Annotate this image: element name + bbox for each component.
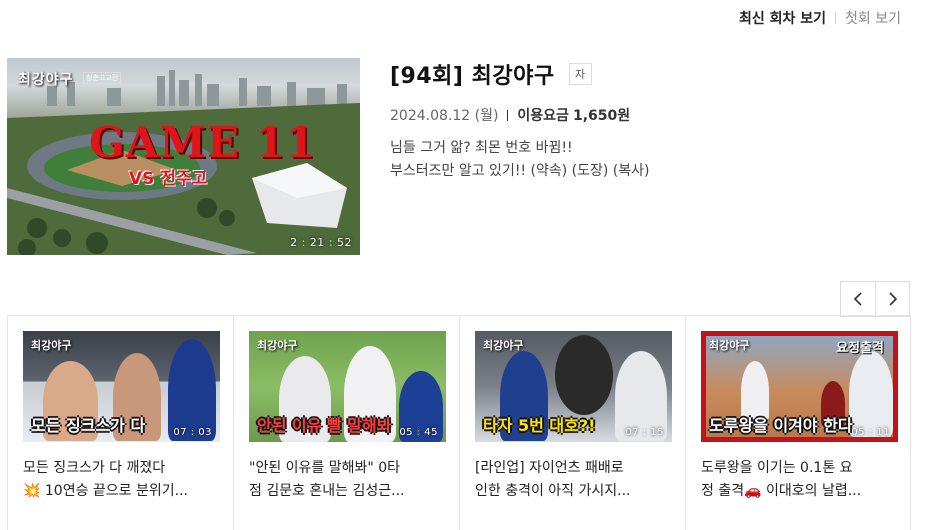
- clip-caption: 타자 5번 대호?!: [483, 416, 596, 435]
- episode-meta: 2024.08.12 (월) 이용요금 1,650원: [390, 105, 630, 125]
- episode-description: 님들 그거 앎? 최몬 번호 바뀜!! 부스터즈만 알고 있기!! (약속) (…: [390, 137, 649, 183]
- opponent-overlay: VS 전주고: [129, 169, 208, 189]
- clip-title-line: 도루왕을 이기는 0.1톤 요: [701, 460, 853, 476]
- carousel-next-button[interactable]: [875, 282, 909, 316]
- clip-title[interactable]: "안된 이유를 말해봐" 0타 점 김문호 혼내는 김성근...: [249, 457, 449, 503]
- player-figure: [555, 335, 613, 415]
- latest-episode-link[interactable]: 최신 회차 보기: [739, 8, 826, 28]
- clip-title-line: 정 출격🚗 이대호의 날렵...: [701, 483, 862, 499]
- episode-title-row: [94회] 최강야구 자: [390, 58, 592, 90]
- clip-card[interactable]: 최강야구 모든 징크스가 다 07 : 03 모든 징크스가 다 깨졌다 💥 1…: [7, 316, 233, 530]
- divider: [507, 109, 509, 121]
- clip-thumbnail[interactable]: 최강야구 모든 징크스가 다 07 : 03: [23, 331, 220, 442]
- clip-title-line: 💥 10연승 끝으로 분위기...: [23, 483, 188, 499]
- video-duration: 05 : 11: [851, 427, 890, 438]
- clip-caption: 모든 징크스가 다: [31, 416, 146, 435]
- show-logo: 최강야구: [483, 339, 524, 352]
- player-figure: [849, 351, 893, 437]
- clip-card[interactable]: 최강야구 타자 5번 대호?! 07 : 15 [라인업] 자이언츠 패배로 인…: [459, 316, 685, 530]
- clip-thumbnail[interactable]: 최강야구 요정출격 도루왕을 이겨야 한다 05 : 11: [701, 331, 898, 442]
- video-duration: 05 : 45: [399, 427, 438, 438]
- price-value: 1,650원: [572, 108, 631, 124]
- video-duration: 07 : 03: [173, 427, 212, 438]
- clip-title-line: 점 김문호 혼내는 김성근...: [249, 483, 405, 499]
- episode-thumbnail[interactable]: 최강야구 청춘고교전 GAME 11 VS 전주고 2 : 21 : 52: [7, 58, 360, 255]
- clip-title-line: [라인업] 자이언츠 패배로: [475, 460, 624, 476]
- show-logo-subtitle: 청춘고교전: [83, 72, 122, 84]
- chevron-right-icon: [888, 292, 897, 306]
- chevron-left-icon: [853, 292, 862, 306]
- carousel-nav: [840, 281, 910, 317]
- carousel-prev-button[interactable]: [841, 282, 875, 316]
- clip-title-line: "안된 이유를 말해봐" 0타: [249, 460, 401, 476]
- clip-title[interactable]: 도루왕을 이기는 0.1톤 요 정 출격🚗 이대호의 날렵...: [701, 457, 901, 503]
- first-episode-link[interactable]: 첫회 보기: [845, 8, 901, 28]
- clip-title-line: 모든 징크스가 다 깨졌다: [23, 460, 166, 476]
- video-duration: 2 : 21 : 52: [290, 236, 352, 249]
- clip-card[interactable]: 최강야구 요정출격 도루왕을 이겨야 한다 05 : 11 도루왕을 이기는 0…: [685, 316, 911, 530]
- clip-thumbnail[interactable]: 최강야구 타자 5번 대호?! 07 : 15: [475, 331, 672, 442]
- show-logo: 최강야구: [31, 339, 72, 352]
- video-duration: 07 : 15: [625, 427, 664, 438]
- episode-links: 최신 회차 보기 첫회 보기: [739, 8, 901, 28]
- clip-caption: 안된 이유 빨 말해봐: [257, 416, 392, 435]
- clip-carousel: 최강야구 모든 징크스가 다 07 : 03 모든 징크스가 다 깨졌다 💥 1…: [7, 315, 911, 530]
- show-logo: 최강야구: [18, 72, 74, 88]
- clip-caption: 도루왕을 이겨야 한다: [709, 416, 853, 435]
- clip-thumbnail[interactable]: 최강야구 안된 이유 빨 말해봐 05 : 45: [249, 331, 446, 442]
- clip-card[interactable]: 최강야구 안된 이유 빨 말해봐 05 : 45 "안된 이유를 말해봐" 0타…: [233, 316, 459, 530]
- episode-title[interactable]: [94회] 최강야구: [390, 58, 555, 90]
- divider: [835, 12, 837, 24]
- clip-badge: 요정출격: [836, 341, 884, 356]
- player-figure: [168, 339, 216, 441]
- clip-title[interactable]: [라인업] 자이언츠 패배로 인한 충격이 아직 가시지...: [475, 457, 675, 503]
- description-line: 님들 그거 앎? 최몬 번호 바뀜!!: [390, 140, 573, 156]
- broadcast-date: 2024.08.12 (월): [390, 108, 499, 124]
- show-logo: 최강야구: [709, 339, 750, 352]
- clip-title[interactable]: 모든 징크스가 다 깨졌다 💥 10연승 끝으로 분위기...: [23, 457, 223, 503]
- subtitle-badge: 자: [568, 63, 592, 85]
- clip-title-line: 인한 충격이 아직 가시지...: [475, 483, 631, 499]
- show-logo: 최강야구: [257, 339, 298, 352]
- description-line: 부스터즈만 알고 있기!! (약속) (도장) (복사): [390, 163, 650, 179]
- game-number-overlay: GAME 11: [89, 118, 317, 167]
- price-label: 이용요금: [517, 108, 569, 124]
